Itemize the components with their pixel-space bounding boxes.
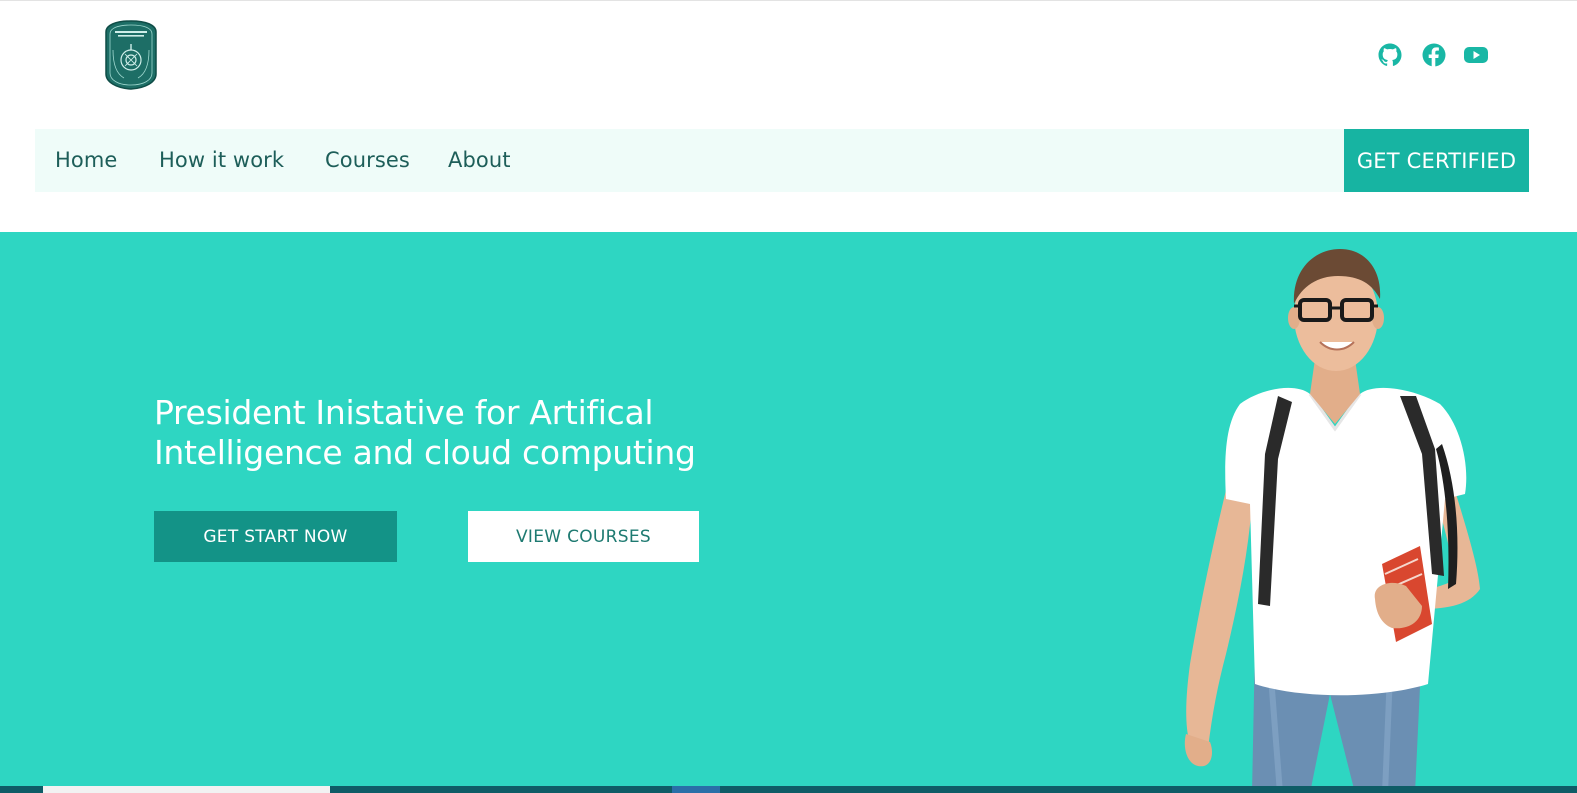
top-border	[0, 0, 1577, 1]
site-logo[interactable]	[104, 20, 158, 90]
student-illustration	[1184, 249, 1480, 793]
page: Home How it work Courses About GET CERTI…	[0, 0, 1577, 793]
hero-title-line-2: Intelligence and cloud computing	[154, 433, 696, 472]
nav-item-how-it-work[interactable]: How it work	[159, 129, 284, 192]
view-courses-button[interactable]: VIEW COURSES	[468, 511, 699, 562]
hero-section: President Inistative for Artifical Intel…	[0, 232, 1577, 793]
nav-item-home[interactable]: Home	[55, 129, 117, 192]
github-icon[interactable]	[1377, 42, 1403, 68]
youtube-icon[interactable]	[1463, 42, 1489, 68]
bottom-strip-segment	[672, 786, 720, 793]
nav-item-about[interactable]: About	[448, 129, 511, 192]
facebook-icon[interactable]	[1421, 42, 1447, 68]
student-hero-image	[1160, 244, 1500, 793]
nav-item-courses[interactable]: Courses	[325, 129, 410, 192]
main-navbar: Home How it work Courses About GET CERTI…	[35, 129, 1529, 192]
hero-title-line-1: President Inistative for Artifical	[154, 393, 654, 432]
bottom-strip-segment	[43, 786, 330, 793]
logo-emblem-icon	[105, 20, 157, 90]
hero-title: President Inistative for Artifical Intel…	[154, 393, 774, 473]
get-certified-button[interactable]: GET CERTIFIED	[1344, 129, 1529, 192]
get-start-now-button[interactable]: GET START NOW	[154, 511, 397, 562]
